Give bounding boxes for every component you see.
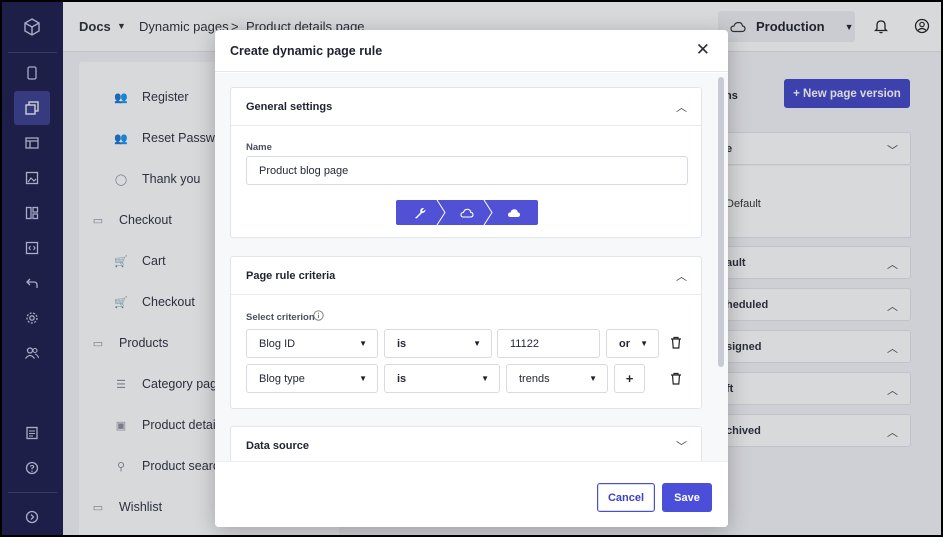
criterion-field-select[interactable]: Blog ID▼ xyxy=(246,329,378,358)
app-window: Docs ▼ Dynamic pages > Product details p… xyxy=(2,2,941,535)
chevron-down-icon: ﹀ xyxy=(676,438,687,454)
deploy-steps xyxy=(396,200,538,225)
dialog-title: Create dynamic page rule xyxy=(230,44,382,58)
trash-icon[interactable] xyxy=(670,336,682,352)
criterion-value-input[interactable]: 11122 xyxy=(497,329,600,358)
cancel-button[interactable]: Cancel xyxy=(597,483,655,512)
dialog-footer: Cancel Save xyxy=(215,461,728,527)
select-criterion-label: Select criterion xyxy=(246,312,315,323)
data-source-section: Data source ﹀ xyxy=(230,426,702,461)
criterion-operator-select[interactable]: is▼ xyxy=(384,364,500,393)
name-label: Name xyxy=(246,142,272,153)
chevron-up-icon: ︿ xyxy=(676,99,687,115)
general-settings-section: General settings ︿ Name Product blog pag… xyxy=(230,87,702,238)
criterion-value-select[interactable]: trends▼ xyxy=(506,364,608,393)
cloud-filled-icon[interactable] xyxy=(490,200,537,225)
criteria-section: Page rule criteria ︿ Select criterion Bl… xyxy=(230,256,702,409)
save-button[interactable]: Save xyxy=(662,483,712,512)
connector-select[interactable]: or▼ xyxy=(606,329,659,358)
general-settings-header[interactable]: General settings ︿ xyxy=(231,88,701,126)
name-field[interactable]: Product blog page xyxy=(246,156,688,185)
caret-down-icon: ▼ xyxy=(359,339,367,348)
caret-down-icon: ▼ xyxy=(359,374,367,383)
create-rule-dialog: Create dynamic page rule ✕ General setti… xyxy=(215,30,728,527)
dialog-header: Create dynamic page rule ✕ xyxy=(215,30,728,72)
caret-down-icon: ▼ xyxy=(473,339,481,348)
criteria-header[interactable]: Page rule criteria ︿ xyxy=(231,257,701,295)
dialog-scrollbar[interactable] xyxy=(718,77,724,367)
chevron-up-icon: ︿ xyxy=(676,268,687,284)
info-icon[interactable] xyxy=(313,310,324,324)
close-icon[interactable]: ✕ xyxy=(696,40,710,60)
dialog-body: General settings ︿ Name Product blog pag… xyxy=(215,73,728,461)
caret-down-icon: ▼ xyxy=(640,339,648,348)
wrench-icon[interactable] xyxy=(396,200,443,225)
add-criterion-button[interactable]: + xyxy=(614,364,645,393)
cloud-outline-icon[interactable] xyxy=(443,200,490,225)
data-source-header[interactable]: Data source ﹀ xyxy=(231,427,701,461)
criterion-field-select[interactable]: Blog type▼ xyxy=(246,364,378,393)
trash-icon[interactable] xyxy=(670,372,682,388)
criterion-operator-select[interactable]: is▼ xyxy=(384,329,492,358)
caret-down-icon: ▼ xyxy=(481,374,489,383)
caret-down-icon: ▼ xyxy=(589,374,597,383)
